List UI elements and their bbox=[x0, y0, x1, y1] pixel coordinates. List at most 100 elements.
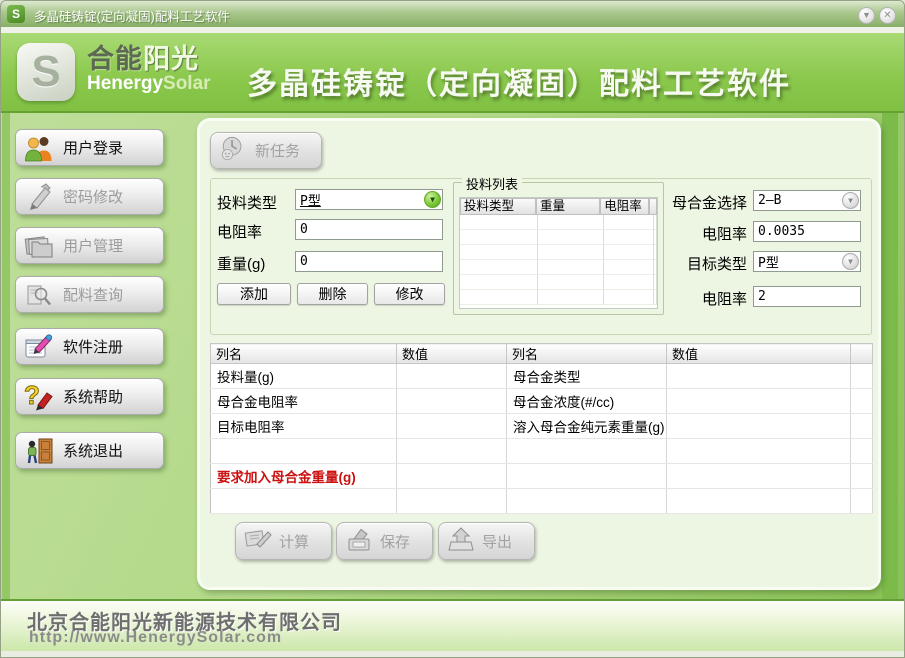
feed-list-empty-row bbox=[460, 230, 657, 245]
sidebar-item-system-exit[interactable]: 系统退出 bbox=[15, 432, 164, 469]
feed-list-empty-row bbox=[460, 275, 657, 290]
save-icon bbox=[344, 526, 374, 556]
svg-text:?: ? bbox=[24, 383, 40, 410]
table-row: 要求加入母合金重量(g) bbox=[211, 464, 873, 489]
app-window: S 多晶硅铸锭(定向凝固)配料工艺软件 ▼ ✕ S 合能阳光 HenergySo… bbox=[0, 0, 905, 658]
chevron-down-icon[interactable]: ▼ bbox=[424, 191, 441, 208]
sidebar-item-label: 配料查询 bbox=[63, 284, 123, 305]
feed-list-title: 投料列表 bbox=[462, 174, 522, 193]
brand-cn-dark: 合能 bbox=[87, 44, 143, 74]
feed-resistivity-input[interactable]: 0 bbox=[295, 219, 443, 240]
new-task-label: 新任务 bbox=[255, 140, 300, 161]
header-banner: S 合能阳光 HenergySolar 多晶硅铸锭（定向凝固）配料工艺软件 bbox=[1, 33, 905, 113]
alloy-resistivity-label: 电阻率 bbox=[661, 223, 747, 244]
export-button[interactable]: 导出 bbox=[438, 522, 535, 560]
feed-list-empty-row bbox=[460, 245, 657, 260]
alloy-select-combobox[interactable]: 2—B ▼ bbox=[753, 190, 861, 211]
calculate-icon bbox=[243, 526, 273, 556]
result-cell bbox=[507, 464, 667, 489]
sidebar-item-user-login[interactable]: 用户登录 bbox=[15, 129, 164, 166]
sidebar-item-label: 用户登录 bbox=[63, 137, 123, 158]
target-resistivity-input[interactable]: 2 bbox=[753, 286, 861, 307]
result-table[interactable]: 列名 数值 列名 数值 投料量(g) 母合金类型 母合金电阻率 母合金浓度(#/… bbox=[210, 343, 873, 514]
result-cell: 母合金电阻率 bbox=[211, 389, 397, 414]
calculate-button[interactable]: 计算 bbox=[235, 522, 332, 560]
required-alloy-weight-note: 要求加入母合金重量(g) bbox=[211, 464, 397, 489]
target-type-combobox[interactable]: P型 ▼ bbox=[753, 251, 861, 272]
result-col-value-2: 数值 bbox=[667, 344, 851, 364]
feed-list-group: 投料列表 投料类型 重量 电阻率 bbox=[453, 182, 664, 315]
alloy-resistivity-input[interactable]: 0.0035 bbox=[753, 221, 861, 242]
company-website: http://www.HenergySolar.com bbox=[29, 629, 282, 647]
feed-weight-input[interactable]: 0 bbox=[295, 251, 443, 272]
feed-list-table[interactable]: 投料类型 重量 电阻率 bbox=[459, 197, 658, 309]
title-bar: S 多晶硅铸锭(定向凝固)配料工艺软件 ▼ ✕ bbox=[1, 1, 905, 27]
result-cell bbox=[397, 464, 507, 489]
new-task-button[interactable]: 新任务 bbox=[210, 132, 322, 169]
close-button[interactable]: ✕ bbox=[879, 7, 896, 24]
minimize-button[interactable]: ▼ bbox=[858, 7, 875, 24]
feed-list-header: 投料类型 重量 电阻率 bbox=[460, 198, 657, 215]
feed-type-combobox[interactable]: P型 ▼ bbox=[295, 189, 443, 210]
result-col-name-1: 列名 bbox=[211, 344, 397, 364]
brand-en-sub: Solar bbox=[163, 73, 211, 94]
feed-list-col-weight[interactable]: 重量 bbox=[536, 198, 600, 215]
feed-list-col-resistivity[interactable]: 电阻率 bbox=[600, 198, 649, 215]
window-title: 多晶硅铸锭(定向凝固)配料工艺软件 bbox=[34, 6, 230, 25]
result-cell bbox=[507, 439, 667, 464]
result-cell bbox=[211, 489, 397, 514]
modify-button[interactable]: 修改 bbox=[374, 283, 445, 305]
feed-list-col-type[interactable]: 投料类型 bbox=[460, 198, 536, 215]
new-task-icon bbox=[219, 136, 247, 166]
users-icon bbox=[24, 134, 54, 162]
bottom-strip bbox=[1, 651, 905, 658]
result-cell bbox=[667, 364, 851, 389]
sidebar-item-batch-query[interactable]: 配料查询 bbox=[15, 276, 164, 313]
save-button[interactable]: 保存 bbox=[336, 522, 433, 560]
table-row: 母合金电阻率 母合金浓度(#/cc) bbox=[211, 389, 873, 414]
save-label: 保存 bbox=[380, 531, 410, 552]
sidebar-item-software-register[interactable]: 软件注册 bbox=[15, 328, 164, 365]
sidebar-item-system-help[interactable]: ? 系统帮助 bbox=[15, 378, 164, 415]
table-row: 目标电阻率 溶入母合金纯元素重量(g) bbox=[211, 414, 873, 439]
brand-en-main: Henergy bbox=[87, 73, 163, 94]
feed-weight-value: 0 bbox=[300, 254, 308, 269]
result-cell: 投料量(g) bbox=[211, 364, 397, 389]
left-edge-strip bbox=[2, 113, 10, 599]
result-table-header: 列名 数值 列名 数值 bbox=[211, 344, 873, 364]
table-row bbox=[211, 439, 873, 464]
table-row bbox=[211, 489, 873, 514]
sidebar-item-label: 软件注册 bbox=[63, 336, 123, 357]
brand-logo-icon: S bbox=[17, 43, 75, 101]
search-doc-icon bbox=[24, 281, 54, 309]
result-cell bbox=[667, 414, 851, 439]
result-cell bbox=[397, 389, 507, 414]
main-panel: 新任务 投料类型 P型 ▼ 电阻率 0 重量(g) 0 添加 删除 修改 投料列… bbox=[197, 118, 881, 590]
chevron-down-icon[interactable]: ▼ bbox=[842, 253, 859, 270]
app-title: 多晶硅铸锭（定向凝固）配料工艺软件 bbox=[247, 59, 791, 103]
calculate-label: 计算 bbox=[279, 531, 309, 552]
sidebar-item-change-password[interactable]: 密码修改 bbox=[15, 178, 164, 215]
result-cell bbox=[507, 489, 667, 514]
feed-type-value: P型 bbox=[300, 190, 321, 209]
target-type-label: 目标类型 bbox=[661, 253, 747, 274]
sidebar-item-label: 用户管理 bbox=[63, 235, 123, 256]
result-cell bbox=[667, 389, 851, 414]
feed-list-empty-row bbox=[460, 290, 657, 305]
feed-resistivity-label: 电阻率 bbox=[217, 221, 262, 242]
notepad-pen-icon bbox=[24, 333, 54, 361]
pen-icon bbox=[24, 183, 54, 211]
feed-type-label: 投料类型 bbox=[217, 192, 277, 213]
target-resistivity-value: 2 bbox=[758, 289, 766, 304]
add-button[interactable]: 添加 bbox=[217, 283, 291, 305]
result-cell: 母合金浓度(#/cc) bbox=[507, 389, 667, 414]
delete-button[interactable]: 删除 bbox=[297, 283, 368, 305]
alloy-select-value: 2—B bbox=[758, 193, 781, 208]
export-icon bbox=[446, 526, 476, 556]
feed-list-empty-row bbox=[460, 215, 657, 230]
result-col-spacer bbox=[851, 344, 873, 364]
result-cell: 目标电阻率 bbox=[211, 414, 397, 439]
alloy-select-label: 母合金选择 bbox=[661, 192, 747, 213]
sidebar-item-user-management[interactable]: 用户管理 bbox=[15, 227, 164, 264]
chevron-down-icon[interactable]: ▼ bbox=[842, 192, 859, 209]
